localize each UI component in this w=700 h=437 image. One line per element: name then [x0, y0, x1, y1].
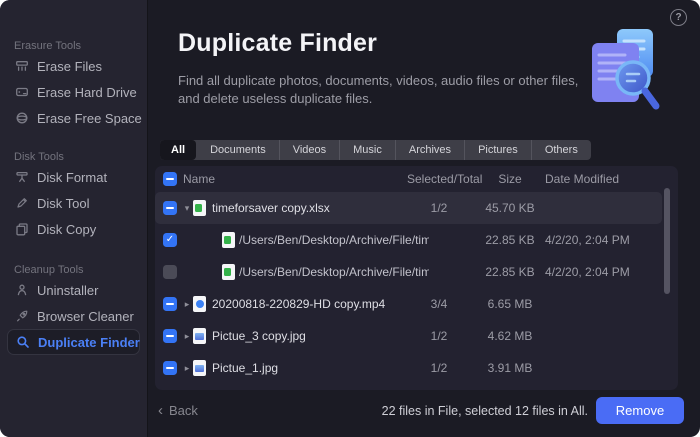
select-all-checkbox[interactable]: [163, 172, 177, 186]
sidebar-section-disk-tools: Disk Tools: [14, 151, 64, 163]
table-row[interactable]: Pictue_3 copy.jpg 1/2 4.62 MB: [155, 320, 662, 352]
hard-drive-icon: [14, 85, 29, 100]
back-button[interactable]: Back: [158, 402, 198, 419]
excel-file-icon: [222, 264, 235, 280]
tab-others[interactable]: Others: [530, 140, 591, 160]
sidebar-item-browser-cleaner[interactable]: Browser Cleaner: [7, 303, 140, 329]
file-name: timeforsaver copy.xlsx: [212, 201, 330, 215]
date-modified-value: 4/2/20, 2:04 PM: [545, 265, 630, 279]
sidebar-item-label: Erase Free Space: [37, 110, 142, 126]
row-checkbox[interactable]: [163, 265, 177, 279]
sidebar-item-disk-format[interactable]: Disk Format: [7, 164, 140, 190]
tab-all[interactable]: All: [160, 140, 197, 160]
sidebar-item-duplicate-finder[interactable]: Duplicate Finder: [7, 329, 140, 355]
tab-pictures[interactable]: Pictures: [464, 140, 531, 160]
page-title: Duplicate Finder: [178, 29, 378, 57]
size-value: 3.91 MB: [487, 361, 533, 375]
free-space-icon: [14, 111, 29, 126]
sidebar-item-erase-files[interactable]: Erase Files: [7, 53, 140, 79]
sidebar-item-disk-tool[interactable]: Disk Tool: [7, 190, 140, 216]
file-name: Pictue_3 copy.jpg: [212, 329, 306, 343]
table-header: Name Selected/Total Size Date Modified: [155, 166, 678, 192]
app-window: ? Erasure Tools Erase Files Erase Hard D…: [0, 0, 700, 437]
page-description: Find all duplicate photos, documents, vi…: [178, 73, 579, 107]
disclosure-triangle-icon[interactable]: [181, 320, 193, 352]
size-value: 22.85 KB: [485, 265, 535, 279]
date-modified-value: 4/2/20, 2:04 PM: [545, 233, 630, 247]
table-row[interactable]: /Users/Ben/Desktop/Archive/File/timefors…: [155, 256, 662, 288]
size-value: 22.85 KB: [485, 233, 535, 247]
table-row[interactable]: 20200818-220829-HD copy.mp4 3/4 6.65 MB: [155, 288, 662, 320]
selected-total-value: 1/2: [430, 329, 448, 343]
tab-videos[interactable]: Videos: [278, 140, 339, 160]
sidebar-item-disk-copy[interactable]: Disk Copy: [7, 216, 140, 242]
sidebar: Erasure Tools Erase Files Erase Hard Dri…: [0, 0, 148, 437]
sidebar-item-label: Duplicate Finder: [38, 334, 140, 350]
sidebar-item-label: Disk Tool: [37, 195, 90, 211]
sidebar-item-label: Erase Hard Drive: [37, 84, 137, 100]
file-name: 20200818-220829-HD copy.mp4: [212, 297, 386, 311]
disk-copy-icon: [14, 222, 29, 237]
shredder-icon: [14, 59, 29, 74]
row-checkbox[interactable]: [163, 297, 177, 311]
selected-total-value: 1/2: [430, 361, 448, 375]
magnifier-icon: [15, 335, 30, 350]
size-value: 45.70 KB: [485, 201, 535, 215]
sidebar-section-erasure-tools: Erasure Tools: [14, 40, 82, 52]
file-type-tabs: All Documents Videos Music Archives Pict…: [160, 140, 591, 160]
selected-total-value: 3/4: [430, 297, 448, 311]
sidebar-item-label: Disk Format: [37, 169, 108, 185]
row-checkbox[interactable]: [163, 201, 177, 215]
table-row[interactable]: /Users/Ben/Desktop/Archive/File/timefors…: [155, 224, 662, 256]
uninstaller-icon: [14, 283, 29, 298]
disclosure-triangle-icon[interactable]: [181, 352, 193, 384]
duplicate-finder-illustration-icon: [590, 27, 664, 120]
disk-tool-icon: [14, 196, 29, 211]
selected-total-value: 1/2: [430, 201, 448, 215]
column-header-name: Name: [183, 172, 216, 186]
table-row[interactable]: Pictue_1.jpg 1/2 3.91 MB: [155, 352, 662, 384]
disk-format-icon: [14, 170, 29, 185]
image-file-icon: [193, 360, 206, 376]
excel-file-icon: [193, 200, 206, 216]
sidebar-item-erase-hard-drive[interactable]: Erase Hard Drive: [7, 79, 140, 105]
back-label: Back: [169, 403, 198, 418]
file-name: Pictue_1.jpg: [212, 361, 279, 375]
sidebar-item-erase-free-space[interactable]: Erase Free Space: [7, 105, 142, 131]
sidebar-item-label: Browser Cleaner: [37, 308, 134, 324]
sidebar-item-label: Disk Copy: [37, 221, 97, 237]
table-row[interactable]: timeforsaver copy.xlsx 1/2 45.70 KB: [155, 192, 662, 224]
size-value: 4.62 MB: [487, 329, 533, 343]
size-value: 6.65 MB: [487, 297, 533, 311]
column-header-date-modified: Date Modified: [545, 172, 620, 186]
duplicates-table: Name Selected/Total Size Date Modified t…: [155, 166, 678, 390]
disclosure-triangle-icon[interactable]: [181, 288, 193, 320]
file-path: /Users/Ben/Desktop/Archive/File/timefors…: [239, 233, 429, 247]
file-path: /Users/Ben/Desktop/Archive/File/timefors…: [239, 265, 429, 279]
row-checkbox[interactable]: [163, 361, 177, 375]
row-checkbox[interactable]: [163, 329, 177, 343]
browser-cleaner-icon: [14, 309, 29, 324]
tab-music[interactable]: Music: [339, 140, 395, 160]
selection-status-text: 22 files in File, selected 12 files in A…: [381, 404, 588, 418]
disclosure-triangle-icon[interactable]: [181, 192, 193, 224]
image-file-icon: [193, 328, 206, 344]
help-icon[interactable]: ?: [670, 9, 687, 26]
remove-button[interactable]: Remove: [596, 397, 684, 424]
sidebar-item-label: Uninstaller: [37, 282, 99, 298]
sidebar-item-label: Erase Files: [37, 58, 103, 74]
column-header-size: Size: [498, 172, 522, 186]
sidebar-item-uninstaller[interactable]: Uninstaller: [7, 277, 140, 303]
row-checkbox[interactable]: [163, 233, 177, 247]
scrollbar-thumb[interactable]: [664, 188, 670, 294]
column-header-selected-total: Selected/Total: [407, 172, 483, 186]
video-file-icon: [193, 296, 206, 312]
sidebar-section-cleanup-tools: Cleanup Tools: [14, 264, 84, 276]
tab-archives[interactable]: Archives: [394, 140, 464, 160]
tab-documents[interactable]: Documents: [196, 140, 279, 160]
excel-file-icon: [222, 232, 235, 248]
